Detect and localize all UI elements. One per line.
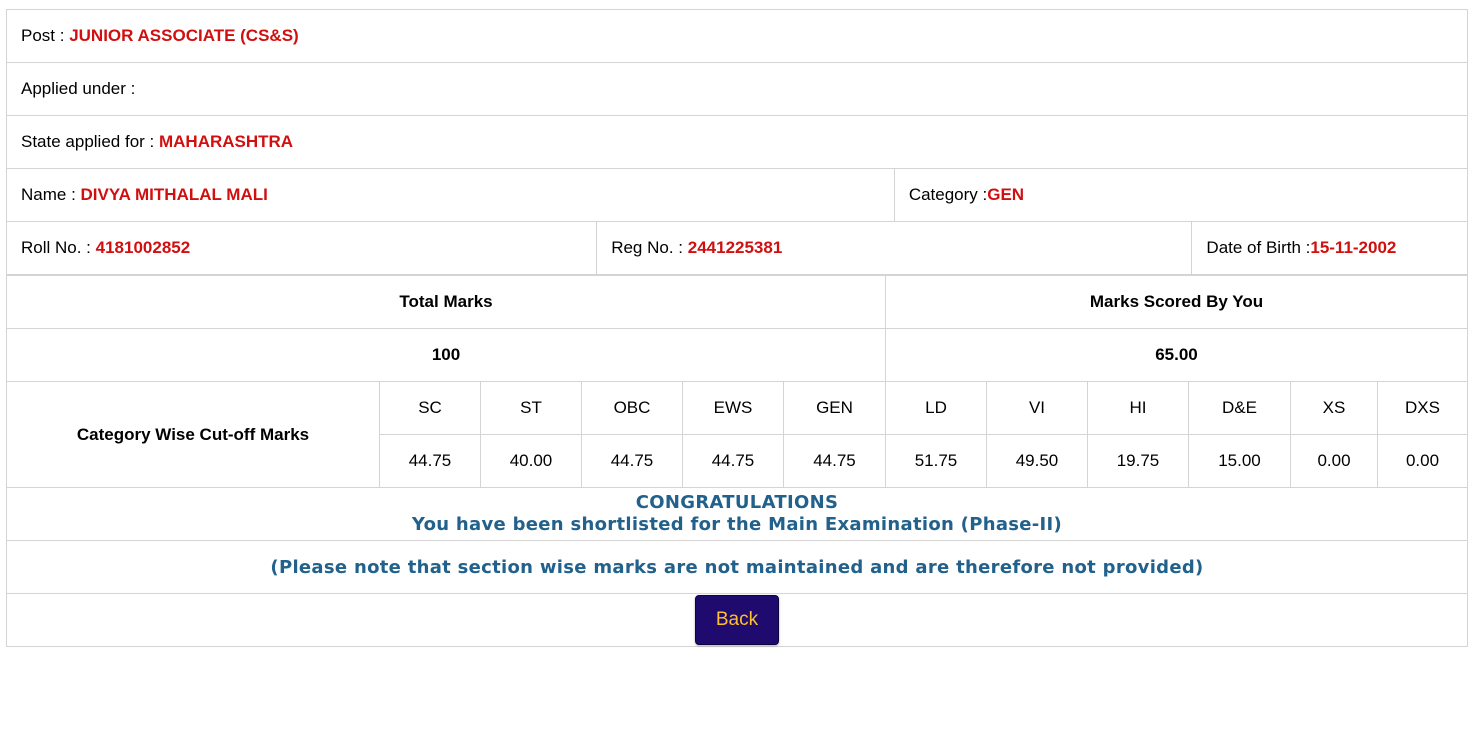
total-marks-value: 100 — [6, 328, 886, 382]
cutoff-category-obc: OBC — [581, 381, 683, 435]
reg-label: Reg No. : — [611, 238, 688, 257]
name-category-row: Name : DIVYA MITHALAL MALI Category :GEN — [6, 168, 1469, 222]
shortlisted-message: You have been shortlisted for the Main E… — [411, 514, 1063, 535]
cutoff-value-obc: 44.75 — [581, 434, 683, 488]
section-marks-note: (Please note that section wise marks are… — [6, 540, 1468, 594]
post-cell: Post : JUNIOR ASSOCIATE (CS&S) — [6, 9, 1468, 63]
congrats-cell: CONGRATULATIONS You have been shortliste… — [6, 487, 1468, 541]
post-label: Post : — [21, 26, 70, 45]
note-row: (Please note that section wise marks are… — [6, 540, 1468, 594]
cutoff-value-ews: 44.75 — [682, 434, 784, 488]
marks-table: Total Marks Marks Scored By You 100 65.0… — [6, 275, 1468, 647]
cutoff-category-st: ST — [480, 381, 582, 435]
actions-row: Back — [6, 593, 1468, 647]
result-container: Post : JUNIOR ASSOCIATE (CS&S) Applied u… — [5, 9, 1469, 647]
category-label: Category : — [908, 185, 988, 204]
reg-cell: Reg No. : 2441225381 — [596, 221, 1193, 275]
post-value: JUNIOR ASSOCIATE (CS&S) — [69, 26, 299, 45]
cutoff-value-ld: 51.75 — [885, 434, 987, 488]
scored-marks-header: Marks Scored By You — [885, 275, 1468, 329]
dob-value: 15-11-2002 — [1310, 238, 1397, 257]
cutoff-category-sc: SC — [379, 381, 481, 435]
back-button[interactable]: Back — [695, 595, 779, 645]
name-cell: Name : DIVYA MITHALAL MALI — [6, 168, 895, 222]
cutoff-value-sc: 44.75 — [379, 434, 481, 488]
cutoff-category-hi: HI — [1087, 381, 1189, 435]
state-value: MAHARASHTRA — [158, 132, 294, 151]
cutoff-category-dxs: DXS — [1377, 381, 1468, 435]
total-marks-header: Total Marks — [6, 275, 886, 329]
actions-cell: Back — [6, 593, 1468, 647]
cutoff-category-gen: GEN — [783, 381, 886, 435]
congrats-row: CONGRATULATIONS You have been shortliste… — [6, 487, 1468, 541]
roll-cell: Roll No. : 4181002852 — [5, 221, 598, 275]
cutoff-category-de: D&E — [1188, 381, 1291, 435]
category-value: GEN — [987, 185, 1025, 204]
state-row: State applied for : MAHARASHTRA — [6, 115, 1468, 169]
dob-label: Date of Birth : — [1206, 238, 1311, 257]
cutoff-category-xs: XS — [1290, 381, 1378, 435]
post-row: Post : JUNIOR ASSOCIATE (CS&S) — [6, 9, 1468, 63]
marks-header-row: Total Marks Marks Scored By You — [6, 275, 1468, 329]
cutoff-value-st: 40.00 — [480, 434, 582, 488]
applied-under-row: Applied under : — [6, 62, 1468, 116]
roll-value: 4181002852 — [95, 238, 191, 257]
dob-cell: Date of Birth :15-11-2002 — [1191, 221, 1468, 275]
roll-label: Roll No. : — [21, 238, 96, 257]
marks-value-row: 100 65.00 — [6, 328, 1468, 382]
cutoff-label: Category Wise Cut-off Marks — [6, 381, 380, 488]
cutoff-value-vi: 49.50 — [986, 434, 1088, 488]
scored-marks-value: 65.00 — [885, 328, 1468, 382]
cutoff-category-ews: EWS — [682, 381, 784, 435]
state-cell: State applied for : MAHARASHTRA — [6, 115, 1468, 169]
candidate-info-table: Post : JUNIOR ASSOCIATE (CS&S) Applied u… — [5, 9, 1469, 275]
cutoff-category-ld: LD — [885, 381, 987, 435]
cutoff-value-dxs: 0.00 — [1377, 434, 1468, 488]
state-label: State applied for : — [21, 132, 159, 151]
cutoff-value-gen: 44.75 — [783, 434, 886, 488]
category-cell: Category :GEN — [893, 168, 1469, 222]
name-label: Name : — [21, 185, 81, 204]
name-value: DIVYA MITHALAL MALI — [80, 185, 268, 204]
applied-under-cell: Applied under : — [6, 62, 1468, 116]
cutoff-value-de: 15.00 — [1188, 434, 1291, 488]
cutoff-value-hi: 19.75 — [1087, 434, 1189, 488]
applied-under-label: Applied under : — [21, 79, 136, 98]
congrats-heading: CONGRATULATIONS — [635, 492, 839, 513]
cutoff-value-xs: 0.00 — [1290, 434, 1378, 488]
cutoff-category-row: Category Wise Cut-off Marks SC ST OBC EW… — [6, 381, 1468, 488]
reg-value: 2441225381 — [687, 238, 783, 257]
ids-row: Roll No. : 4181002852 Reg No. : 24412253… — [5, 221, 1468, 275]
cutoff-category-vi: VI — [986, 381, 1088, 435]
